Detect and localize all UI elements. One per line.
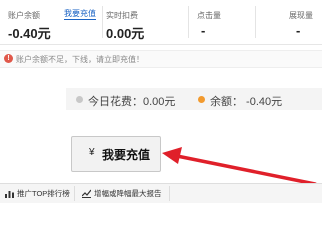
trend-chart-icon — [82, 189, 91, 198]
footer-tabs: 推广TOP排行榜 增幅或降幅最大报告 — [0, 183, 322, 203]
balance-bar: 今日花费：0.00元 余额： -0.40元 — [66, 88, 322, 110]
footer-tab-label: 增幅或降幅最大报告 — [94, 189, 162, 198]
impressions-value: - — [296, 23, 301, 38]
alert-text: 账户余额不足，下线，请立即充值！ — [16, 55, 144, 64]
account-balance-label: 账户余额 — [8, 11, 40, 20]
clicks-cell: 点击量 - — [189, 0, 255, 44]
recharge-button[interactable]: ¥ 我要充值 — [71, 136, 161, 172]
impressions-label: 展现量 — [289, 11, 313, 20]
clicks-value: - — [201, 23, 206, 38]
realtime-deduction-cell: 实时扣费 0.00元 — [103, 0, 188, 44]
clicks-label: 点击量 — [197, 11, 221, 20]
impressions-cell: 展现量 - — [256, 0, 322, 44]
remaining-dot-icon — [198, 96, 205, 103]
realtime-deduction-value: 0.00元 — [106, 26, 145, 41]
recharge-button-label: 我要充值 — [102, 148, 151, 162]
today-spend-dot-icon — [76, 96, 83, 103]
footer-tab-top-ranking[interactable]: 推广TOP排行榜 — [2, 186, 75, 201]
bar-chart-icon — [5, 191, 14, 198]
today-spend-text: 今日花费：0.00元 — [88, 96, 176, 108]
account-balance-cell: 账户余额 -0.40元 — [0, 0, 62, 44]
stats-bar: 账户余额 -0.40元 我要充值 实时扣费 0.00元 点击量 - 展现量 - — [0, 0, 322, 45]
yen-icon: ¥ — [89, 147, 95, 158]
footer-tab-change-report[interactable]: 增幅或降幅最大报告 — [79, 186, 170, 201]
recharge-link[interactable]: 我要充值 — [64, 8, 96, 20]
warning-icon: ! — [4, 54, 13, 63]
account-balance-value: -0.40元 — [8, 26, 51, 41]
low-balance-alert: ! 账户余额不足，下线，请立即充值！ — [0, 50, 322, 68]
remaining-balance-text: 余额： -0.40元 — [210, 96, 283, 108]
footer-tab-label: 推广TOP排行榜 — [17, 189, 70, 198]
realtime-deduction-label: 实时扣费 — [106, 11, 138, 20]
